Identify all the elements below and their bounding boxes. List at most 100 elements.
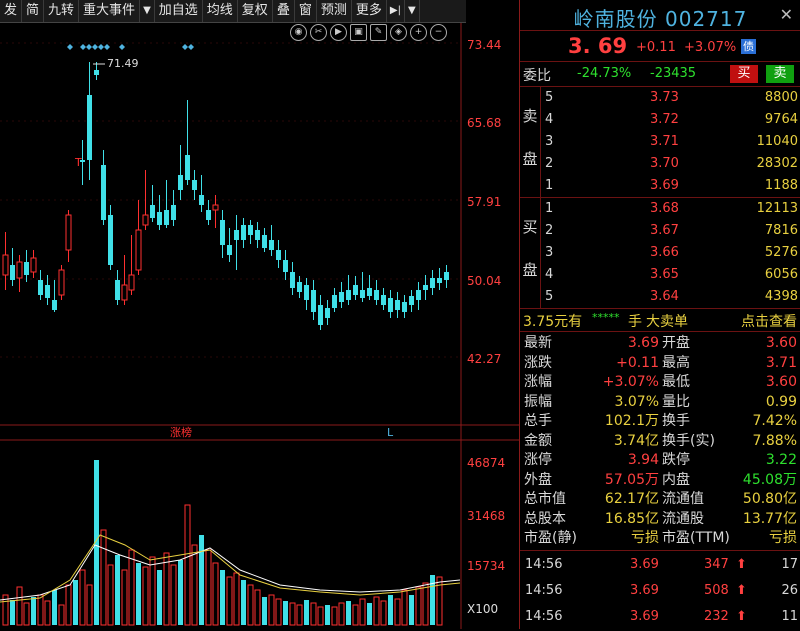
volume-bar (388, 595, 393, 625)
sell-level[interactable]: 5 3.73 8800 (540, 87, 800, 108)
candle-body (38, 280, 43, 295)
eraser-icon[interactable]: ◈ (390, 24, 407, 41)
eye-icon[interactable]: ◉ (290, 24, 307, 41)
price-row: 3. 69 +0.11 +3.07% 债 (520, 31, 800, 62)
toolbar-item-moving-average[interactable]: 均线 (203, 0, 238, 22)
level: 1 (545, 178, 554, 193)
chart-tool-icons: ◉ ✂ ▶ ▣ ✎ ◈ + − (290, 24, 447, 42)
y-tick: 42.27 (467, 352, 502, 366)
y-tick: 50.04 (467, 274, 502, 288)
level-volume: 6056 (764, 267, 798, 282)
last-price: 3. 69 (568, 34, 628, 58)
candle-body (430, 278, 435, 288)
level-volume: 9764 (764, 112, 798, 127)
title-row: 岭南股份 002717 ✕ (520, 0, 800, 31)
volume-bar (149, 556, 156, 626)
toolbar-item-jian[interactable]: 简 (22, 0, 45, 22)
volume-bar (37, 594, 44, 626)
price-axis: 73.44 65.68 57.91 50.04 42.27 46874 3146… (465, 0, 519, 629)
buy-level[interactable]: 5 3.64 4398 (540, 286, 800, 307)
stat-row: 最新 3.69 开盘 3.60 (520, 334, 800, 353)
buy-level[interactable]: 2 3.67 7816 (540, 220, 800, 241)
close-icon[interactable]: ✕ (780, 5, 793, 24)
collapse-right-icon[interactable]: ▶| (387, 0, 405, 22)
tick-price: 3.69 (630, 583, 659, 598)
stat-row: 涨停 3.94 跌停 3.22 (520, 451, 800, 470)
scissors-icon[interactable]: ✂ (310, 24, 327, 41)
volume-bar (58, 604, 65, 626)
toolbar-item-more[interactable]: 更多 (352, 0, 387, 22)
stat-value: +0.11 (616, 354, 659, 371)
toolbar-item-major-events[interactable]: 重大事件 (79, 0, 141, 22)
max-price-label: 71.49 (107, 57, 139, 70)
stat-label: 涨停 (524, 452, 552, 468)
quote-panel: 岭南股份 002717 ✕ 3. 69 +0.11 +3.07% 债 委比 -2… (519, 0, 800, 629)
volume-bar (65, 584, 72, 626)
stat-value: 亏损 (631, 530, 659, 546)
level-price: 3.73 (650, 90, 679, 105)
candle-body (241, 225, 246, 240)
stat-label: 市盈(TTM) (662, 530, 730, 546)
stat-value: 57.05万 (604, 471, 659, 488)
zoom-out-icon[interactable]: − (430, 24, 447, 41)
sell-level[interactable]: 3 3.71 11040 (540, 131, 800, 152)
toolbar-item-overlay[interactable]: 叠 (273, 0, 295, 22)
buy-level[interactable]: 1 3.68 12113 (540, 198, 800, 219)
toolbar-item-forecast[interactable]: 预测 (317, 0, 352, 22)
zoom-in-icon[interactable]: + (410, 24, 427, 41)
candle-body (360, 290, 365, 298)
level: 5 (545, 90, 554, 105)
candle-body (185, 155, 190, 180)
candle-body (164, 210, 169, 225)
volume-tick: 31468 (467, 509, 506, 523)
sell-level[interactable]: 2 3.70 28302 (540, 153, 800, 174)
sell-button[interactable]: 卖 (766, 65, 794, 83)
stat-label: 最新 (524, 335, 552, 351)
toolbar-item-window[interactable]: 窗 (295, 0, 317, 22)
buy-level[interactable]: 3 3.66 5276 (540, 242, 800, 263)
volume-bar (394, 598, 401, 626)
large-order-link[interactable]: 点击查看 (741, 311, 797, 331)
toolbar-item-jiuzhuan[interactable]: 九转 (44, 0, 80, 22)
sell-level[interactable]: 1 3.69 1188 (540, 175, 800, 196)
candle-body (52, 300, 57, 310)
volume-bar (107, 564, 114, 626)
event-marker-icon (80, 44, 86, 50)
up-arrow-icon: ⬆ (736, 609, 747, 624)
candle-body (199, 195, 204, 205)
kline-chart[interactable]: 71.49 T 涨榜 L (0, 0, 519, 629)
chevron-down-icon[interactable]: ▼ (405, 0, 420, 22)
toolbar-item-fa[interactable]: 发 (0, 0, 23, 22)
stat-value: 16.85亿 (604, 510, 659, 527)
l-marker: L (387, 426, 394, 439)
stat-row: 总股本 16.85亿 流通股 13.77亿 (520, 510, 800, 529)
pen-icon[interactable]: ✎ (370, 24, 387, 41)
candle-body (206, 210, 211, 220)
volume-bar (436, 576, 443, 626)
buy-book: 买 盘 1 3.68 12113 2 3.67 7816 3 3.66 5276 4 3.65… (520, 198, 800, 309)
large-order-row[interactable]: 3.75元有 ***** 手 大卖单 点击查看 (520, 309, 800, 332)
volume-bar (310, 602, 317, 626)
volume-bar (170, 564, 177, 626)
volume-bar (128, 549, 135, 626)
trade-ticks: 14:56 3.69 347 17 ⬆ 14:56 3.69 508 26 ⬆ 14:56 3.69 2… (520, 551, 800, 631)
stat-value: 3.22 (765, 452, 797, 468)
chevron-down-icon[interactable]: ▼ (140, 0, 155, 22)
stat-value: 3.71 (765, 354, 797, 371)
candle-body (311, 290, 316, 312)
buy-button[interactable]: 买 (730, 65, 758, 83)
up-arrow-icon: ⬆ (736, 583, 747, 598)
buy-level[interactable]: 4 3.65 6056 (540, 264, 800, 285)
volume-bar (304, 600, 309, 625)
stat-label: 最高 (662, 354, 690, 371)
toolbar-item-adjust[interactable]: 复权 (238, 0, 273, 22)
toolbar-item-add-favorite[interactable]: 加自选 (155, 0, 203, 22)
candle-body (297, 282, 302, 292)
stat-value: 3.69 (627, 335, 659, 351)
stat-row: 涨幅 +3.07% 最低 3.60 (520, 373, 800, 392)
sell-level[interactable]: 4 3.72 9764 (540, 109, 800, 130)
stat-label: 总手 (524, 413, 552, 429)
play-icon[interactable]: ▶ (330, 24, 347, 41)
candle-body (444, 272, 449, 280)
lock-icon[interactable]: ▣ (350, 24, 367, 41)
